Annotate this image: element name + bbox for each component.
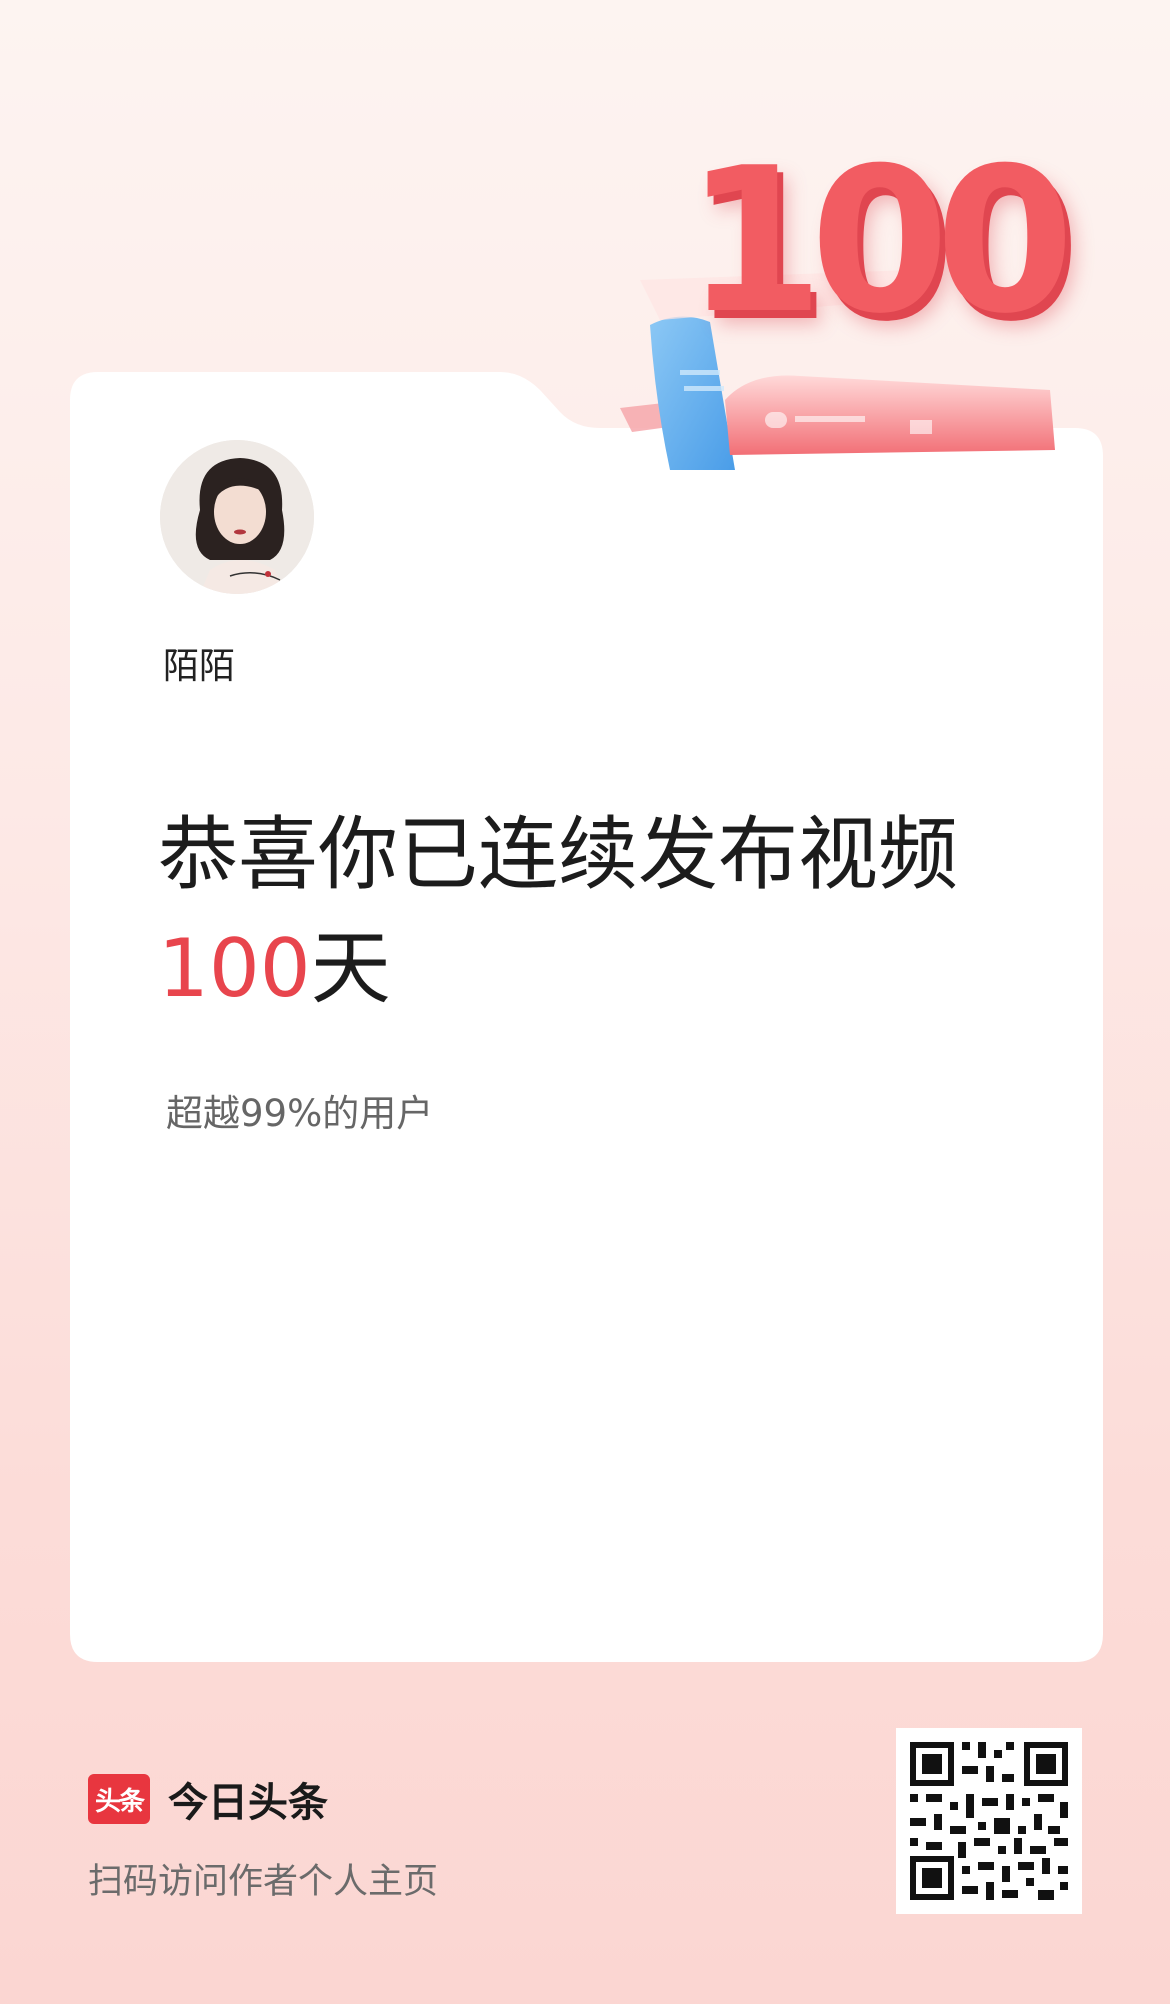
days-unit: 天 — [310, 922, 391, 1015]
days-value: 100 — [158, 922, 311, 1015]
days-count: 100天 — [158, 925, 391, 1013]
user-avatar-photo-icon — [160, 440, 314, 594]
scan-instruction: 扫码访问作者个人主页 — [88, 1862, 439, 1902]
qr-code-icon[interactable] — [896, 1728, 1082, 1914]
hero-number: 100 — [685, 125, 1075, 358]
username: 陌陌 — [163, 646, 236, 687]
achievement-headline: 恭喜你已连续发布视频 — [158, 808, 958, 901]
toutiao-logo-icon: 头条 — [88, 1774, 150, 1824]
rank-text: 超越99%的用户 — [166, 1092, 434, 1135]
avatar[interactable] — [160, 440, 314, 594]
brand-name: 今日头条 — [168, 1780, 328, 1826]
brand: 头条 今日头条 — [88, 1770, 328, 1828]
hero-badge: 100 — [610, 142, 1075, 480]
qr-code-pattern — [896, 1728, 1082, 1914]
